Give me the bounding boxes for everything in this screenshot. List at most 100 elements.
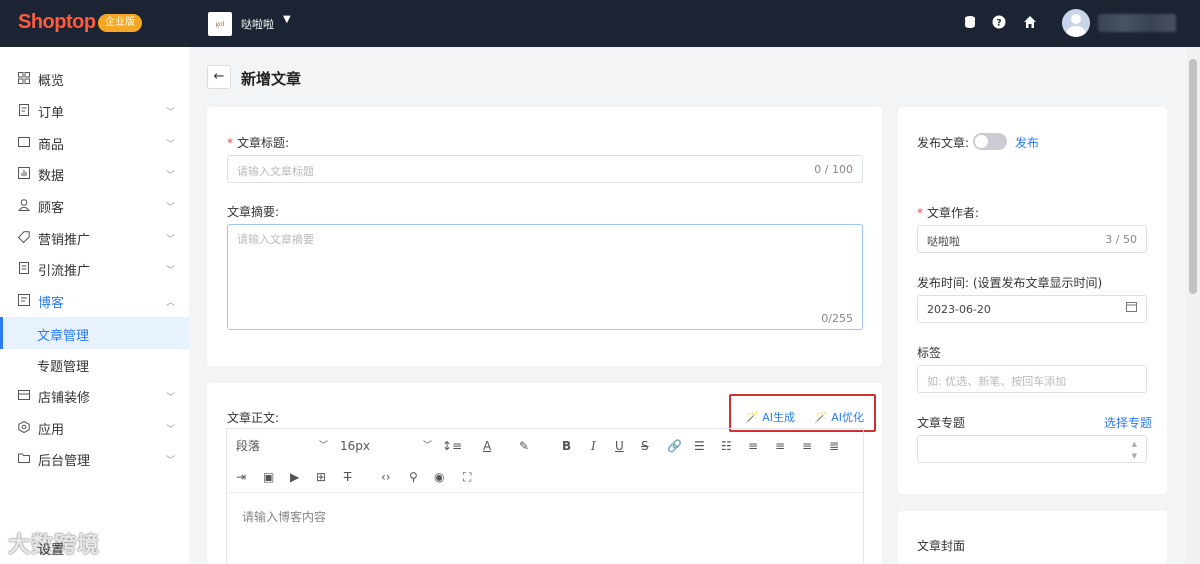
page-title: 新增文章	[241, 70, 302, 88]
app-icon	[17, 420, 31, 435]
sidebar-item-label: 订单	[38, 105, 65, 121]
sidebar-subitem-article-management[interactable]: 文章管理	[0, 317, 189, 349]
sidebar-item-overview[interactable]: 概览	[0, 63, 189, 95]
sidebar-item-label: 应用	[38, 422, 65, 438]
select-topic-link[interactable]: 选择专题	[1104, 414, 1152, 431]
back-button[interactable]: ←	[207, 65, 231, 89]
clear-format-icon[interactable]: T̶	[344, 469, 351, 485]
chevron-down-icon: ﹀	[166, 170, 176, 181]
bold-icon[interactable]: B	[562, 438, 571, 454]
tags-input[interactable]: 如: 优选、新笔、按回车添加	[917, 365, 1147, 393]
align-left-icon[interactable]: ≡	[748, 438, 758, 454]
editor-toolbar-row-2: ⇥ ▣ ▶ ⊞ T̶ ‹› ⚲ ◉ ⛶	[227, 462, 863, 492]
calendar-icon[interactable]	[1126, 301, 1137, 315]
help-icon[interactable]: ?	[991, 15, 1007, 31]
publish-status-text: 发布	[1015, 136, 1040, 150]
author-value: 哒啦啦	[927, 235, 960, 248]
sidebar-item-settings[interactable]: 设置	[38, 539, 64, 558]
chevron-up-icon: ︿	[166, 297, 176, 308]
sidebar-item-store-design[interactable]: 店铺装修 ﹀	[0, 380, 189, 412]
chevron-down-icon[interactable]: ﹀	[319, 438, 328, 454]
chevron-down-icon[interactable]: ﹀	[423, 438, 432, 454]
numbered-list-icon[interactable]: ☷	[721, 438, 732, 454]
chevron-down-icon: ﹀	[166, 202, 176, 213]
bullet-list-icon[interactable]: ☰	[694, 438, 705, 454]
image-icon[interactable]: ▣	[263, 469, 274, 485]
sidebar-item-label: 店铺装修	[38, 390, 91, 406]
sidebar-item-apps[interactable]: 应用 ﹀	[0, 412, 189, 444]
shoptop-logo[interactable]: Shoptop	[18, 11, 96, 34]
fullscreen-icon[interactable]: ⛶	[463, 469, 471, 485]
ai-generate-button[interactable]: 🪄 AI生成	[745, 409, 795, 425]
user-icon	[17, 199, 31, 213]
dashboard-icon	[17, 72, 31, 86]
user-name-blurred[interactable]	[1098, 14, 1176, 32]
spinner-arrows-icon[interactable]: ▲ ▼	[1132, 438, 1137, 462]
preview-eye-icon[interactable]: ◉	[434, 469, 444, 485]
publish-date-picker[interactable]: 2023-06-20	[917, 295, 1147, 323]
strikethrough-icon[interactable]: S	[641, 438, 649, 454]
video-icon[interactable]: ▶	[290, 469, 299, 485]
summary-textarea[interactable]: 请输入文章摘要 0/255	[227, 224, 863, 330]
sidebar-item-traffic[interactable]: 引流推广 ﹀	[0, 253, 189, 285]
chevron-down-icon: ﹀	[166, 392, 176, 403]
user-avatar[interactable]	[1062, 9, 1090, 37]
align-justify-icon[interactable]: ≣	[829, 438, 839, 454]
editor-placeholder: 请输入博客内容	[242, 510, 327, 524]
toolbar-divider	[227, 492, 863, 493]
align-center-icon[interactable]: ≡	[775, 438, 785, 454]
sidebar-item-data[interactable]: 数据 ﹀	[0, 158, 189, 190]
font-size-select[interactable]: 16px	[340, 438, 370, 454]
align-right-icon[interactable]: ≡	[802, 438, 812, 454]
sidebar-item-label: 顾客	[38, 200, 65, 216]
sidebar-item-customers[interactable]: 顾客 ﹀	[0, 190, 189, 222]
highlight-color-icon[interactable]: ✎	[519, 438, 529, 454]
chevron-down-icon: ﹀	[166, 107, 176, 118]
sidebar-item-label: 文章管理	[37, 329, 90, 344]
paragraph-select[interactable]: 段落	[236, 438, 260, 454]
sidebar-subitem-topic-management[interactable]: 专题管理	[0, 348, 189, 380]
sidebar-item-marketing[interactable]: 营销推广 ﹀	[0, 222, 189, 254]
sidebar-item-blog[interactable]: 博客 ︿	[0, 285, 189, 317]
sidebar-item-products[interactable]: 商品 ﹀	[0, 127, 189, 159]
table-icon[interactable]: ⊞	[316, 469, 326, 485]
cover-label: 文章封面	[917, 539, 966, 553]
doc-icon	[17, 262, 31, 276]
topic-select[interactable]: ▲ ▼	[917, 435, 1147, 463]
author-label: * 文章作者:	[917, 206, 980, 220]
line-height-icon[interactable]: ↕≡	[442, 438, 462, 454]
shop-name[interactable]: 哒啦啦	[241, 16, 274, 32]
code-icon[interactable]: ‹›	[381, 469, 391, 485]
tag-icon	[17, 231, 31, 245]
italic-icon[interactable]: I	[591, 438, 596, 454]
title-input[interactable]: 请输入文章标题 0 / 100	[227, 155, 863, 183]
caret-down-icon[interactable]: ▼	[283, 14, 291, 25]
edition-badge: 企业版	[98, 14, 142, 32]
scrollbar-thumb[interactable]	[1189, 59, 1197, 294]
indent-icon[interactable]: ⇥	[236, 469, 246, 485]
topic-label: 文章专题	[917, 416, 966, 430]
blog-icon	[17, 294, 31, 308]
underline-icon[interactable]: U	[615, 438, 624, 454]
database-icon[interactable]	[962, 15, 978, 31]
summary-label: 文章摘要:	[227, 205, 280, 219]
shop-thumbnail[interactable]: gol	[208, 12, 232, 36]
chevron-down-icon: ﹀	[166, 424, 176, 435]
sidebar-item-admin[interactable]: 后台管理 ﹀	[0, 443, 189, 475]
page-scrollbar[interactable]	[1186, 47, 1200, 564]
author-char-count: 3 / 50	[1105, 233, 1137, 246]
publish-toggle[interactable]	[973, 133, 1007, 150]
font-color-icon[interactable]: A	[483, 438, 491, 454]
tags-label: 标签	[917, 346, 942, 360]
sidebar-item-orders[interactable]: 订单 ﹀	[0, 95, 189, 127]
sidebar-item-label: 后台管理	[38, 453, 91, 469]
svg-text:?: ?	[996, 19, 1001, 29]
title-char-count: 0 / 100	[814, 163, 853, 176]
ai-optimize-button[interactable]: 🪄 AI优化	[814, 409, 864, 425]
link-icon[interactable]: 🔗	[667, 438, 682, 454]
author-input[interactable]: 哒啦啦 3 / 50	[917, 225, 1147, 253]
product-icon	[17, 136, 31, 150]
editor-toolbar-row-1: 段落 ﹀ 16px ﹀ ↕≡ A ✎ B I U S 🔗 ☰ ☷ ≡ ≡ ≡ ≣	[227, 431, 863, 461]
search-icon[interactable]: ⚲	[409, 469, 418, 485]
home-icon[interactable]	[1022, 15, 1038, 31]
